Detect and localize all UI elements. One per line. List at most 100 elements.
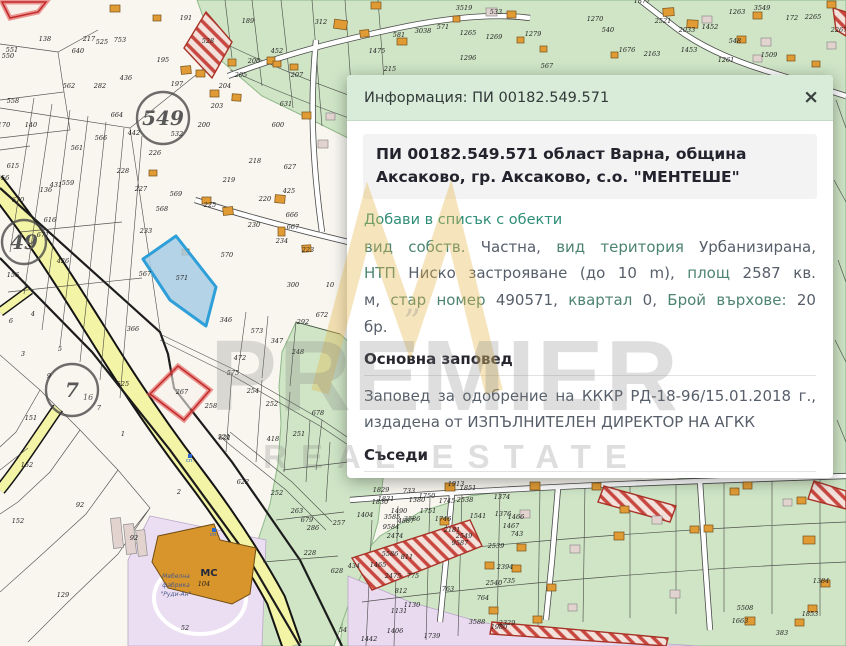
svg-text:152: 152 [12, 517, 24, 525]
svg-text:567: 567 [139, 270, 152, 278]
svg-text:218: 218 [248, 157, 261, 165]
detail-segment: Урбанизирана, [699, 238, 816, 256]
svg-text:616: 616 [44, 216, 56, 224]
svg-text:227: 227 [134, 185, 148, 193]
svg-text:2163: 2163 [643, 50, 661, 58]
svg-text:1467: 1467 [503, 522, 520, 530]
section-heading-order: Основна заповед [364, 350, 816, 376]
svg-text:52: 52 [181, 624, 189, 632]
svg-text:197: 197 [171, 80, 184, 88]
svg-text:1131: 1131 [391, 607, 408, 615]
svg-text:3038: 3038 [415, 27, 432, 35]
detail-segment: вид територия [556, 238, 684, 256]
detail-segment: площ [687, 264, 730, 282]
svg-text:528: 528 [202, 37, 214, 45]
svg-text:6: 6 [9, 317, 13, 325]
svg-text:219: 219 [222, 176, 235, 184]
svg-text:571: 571 [176, 274, 188, 282]
svg-text:811: 811 [401, 553, 413, 561]
svg-text:136: 136 [40, 186, 52, 194]
svg-text:621: 621 [219, 434, 231, 442]
svg-text:203: 203 [210, 102, 223, 110]
svg-text:533: 533 [490, 8, 502, 16]
svg-text:666: 666 [286, 211, 298, 219]
popup-header-title: Информация: ПИ 00182.549.571 [364, 90, 609, 106]
svg-text:206: 206 [247, 57, 260, 65]
svg-text:258: 258 [204, 402, 217, 410]
svg-text:234: 234 [275, 237, 288, 245]
svg-text:383: 383 [776, 629, 788, 637]
svg-text:2: 2 [176, 488, 181, 496]
svg-text:292: 292 [296, 318, 309, 326]
detail-segment: стар номер [390, 291, 485, 309]
svg-text:764: 764 [477, 594, 489, 602]
svg-text:753: 753 [114, 36, 126, 44]
svg-text:5508: 5508 [737, 604, 754, 612]
close-icon[interactable]: × [803, 88, 819, 107]
svg-text:1851: 1851 [460, 484, 477, 492]
svg-text:2267: 2267 [830, 26, 846, 34]
svg-text:1269: 1269 [486, 33, 503, 41]
svg-text:550: 550 [2, 52, 14, 60]
svg-text:152: 152 [21, 461, 33, 469]
cadastre-map-app: 54949716 5511385506402175257535622824365… [0, 0, 846, 646]
svg-text:1466: 1466 [508, 513, 525, 521]
factory-code-label: МС [200, 568, 217, 579]
svg-text:434: 434 [347, 562, 360, 570]
svg-text:223: 223 [301, 246, 314, 254]
svg-text:1746: 1746 [435, 515, 452, 523]
svg-text:189: 189 [242, 17, 254, 25]
svg-text:627: 627 [284, 163, 297, 171]
svg-text:228: 228 [116, 167, 129, 175]
detail-segment: Частна, [481, 238, 541, 256]
svg-text:679: 679 [301, 516, 313, 524]
svg-text:556: 556 [0, 174, 9, 182]
svg-text:558: 558 [7, 97, 19, 105]
svg-text:2539: 2539 [487, 542, 505, 550]
svg-text:615: 615 [7, 162, 19, 170]
svg-text:16: 16 [83, 393, 93, 402]
svg-text:581: 581 [393, 31, 405, 39]
svg-text:1261: 1261 [718, 56, 735, 64]
svg-text:300: 300 [287, 281, 299, 289]
svg-text:1406: 1406 [387, 627, 404, 635]
svg-text:763: 763 [442, 585, 454, 593]
svg-text:92: 92 [130, 534, 138, 542]
svg-text:418: 418 [266, 435, 279, 443]
svg-text:5586: 5586 [382, 550, 399, 558]
svg-text:207: 207 [290, 71, 304, 79]
add-to-list-link[interactable]: Добави в списък с обекти [364, 212, 562, 228]
svg-text:267: 267 [175, 388, 189, 396]
svg-text:254: 254 [246, 387, 259, 395]
detail-segment: Брой върхове: [667, 291, 786, 309]
svg-text:233: 233 [139, 227, 152, 235]
svg-text:567: 567 [541, 62, 554, 70]
factory-name-label: Мебелнафабрика"Руди-Ан" [161, 573, 192, 598]
svg-text:1374: 1374 [494, 493, 511, 501]
svg-text:138: 138 [39, 35, 51, 43]
svg-text:812: 812 [395, 587, 407, 595]
svg-text:1442: 1442 [361, 635, 378, 643]
detail-segment: 490571, [496, 291, 558, 309]
svg-text:215: 215 [383, 65, 396, 73]
svg-text:540: 540 [602, 26, 614, 34]
section-heading-neighbors: Съседи [364, 446, 816, 472]
svg-text:282: 282 [93, 82, 106, 90]
svg-text:170: 170 [0, 121, 10, 129]
svg-text:1877: 1877 [634, 0, 651, 5]
svg-text:346: 346 [220, 316, 232, 324]
svg-text:1279: 1279 [525, 30, 542, 38]
svg-text:1452: 1452 [702, 23, 719, 31]
svg-text:1475: 1475 [369, 47, 386, 55]
svg-text:7: 7 [65, 378, 79, 402]
svg-text:49: 49 [10, 230, 38, 254]
popup-header: Информация: ПИ 00182.549.571 × [347, 75, 833, 121]
svg-text:452: 452 [270, 47, 283, 55]
svg-text:191: 191 [180, 14, 192, 22]
svg-text:2540: 2540 [485, 579, 503, 587]
svg-text:1831: 1831 [378, 495, 395, 503]
detail-segment: НТП [364, 264, 396, 282]
svg-text:571: 571 [437, 23, 449, 31]
svg-text:1384: 1384 [813, 577, 830, 585]
svg-text:2521: 2521 [654, 17, 672, 25]
